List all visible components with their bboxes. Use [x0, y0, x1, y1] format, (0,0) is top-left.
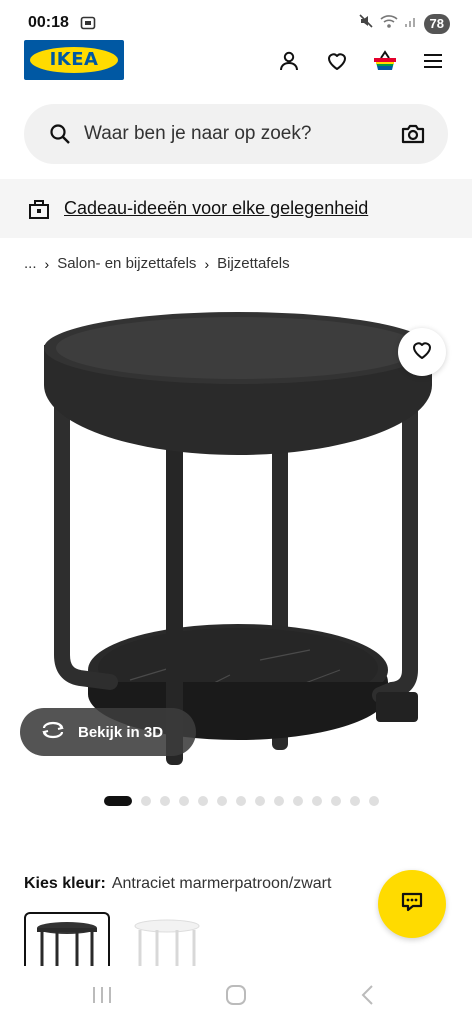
carousel-dot[interactable] — [331, 796, 341, 806]
carousel-dot[interactable] — [274, 796, 284, 806]
color-chooser-label: Kies kleur: — [24, 875, 106, 892]
ikea-logo[interactable]: IKEA — [24, 40, 124, 80]
search-input[interactable] — [84, 104, 384, 164]
breadcrumb: ... › Salon- en bijzettafels › Bijzettaf… — [24, 255, 290, 272]
chevron-right-icon: › — [204, 255, 210, 272]
logo-text: IKEA — [49, 49, 99, 70]
heart-icon — [410, 338, 434, 367]
promo-link[interactable]: Cadeau-ideeën voor elke gelegenheid — [64, 198, 368, 219]
carousel-dot[interactable] — [141, 796, 151, 806]
carousel-dot[interactable] — [198, 796, 208, 806]
carousel-dot[interactable] — [350, 796, 360, 806]
status-time: 00:18 — [28, 14, 69, 31]
color-chooser: Kies kleur: Antraciet marmerpatroon/zwart — [24, 875, 384, 893]
signal-icon — [404, 14, 418, 33]
carousel-dot[interactable] — [217, 796, 227, 806]
mute-icon — [358, 13, 374, 34]
account-icon[interactable] — [276, 48, 302, 74]
breadcrumb-ellipsis[interactable]: ... — [24, 255, 37, 272]
breadcrumb-item-salon[interactable]: Salon- en bijzettafels — [57, 255, 196, 272]
carousel-dot[interactable] — [293, 796, 303, 806]
header: IKEA — [0, 40, 472, 84]
search-bar[interactable] — [24, 104, 448, 164]
screen-record-icon — [80, 15, 96, 36]
rotate-3d-icon — [40, 720, 66, 744]
wifi-icon — [379, 13, 398, 34]
color-chooser-value: Antraciet marmerpatroon/zwart — [111, 875, 332, 892]
carousel-dot[interactable] — [179, 796, 189, 806]
search-icon — [48, 122, 72, 151]
menu-icon[interactable] — [420, 48, 446, 74]
color-option-anthracite[interactable] — [24, 912, 110, 970]
back-icon[interactable] — [358, 984, 378, 1011]
home-icon[interactable] — [224, 984, 248, 1011]
carousel-dot[interactable] — [255, 796, 265, 806]
carousel-dot[interactable] — [104, 796, 132, 806]
image-carousel-dots — [104, 796, 379, 806]
add-to-favourites-button[interactable] — [398, 328, 446, 376]
carousel-dot[interactable] — [236, 796, 246, 806]
chat-bubble-icon — [399, 889, 425, 920]
camera-icon[interactable] — [400, 121, 426, 152]
basket-icon[interactable] — [372, 48, 398, 74]
battery-indicator: 78 — [423, 13, 450, 34]
chevron-right-icon: › — [44, 255, 50, 272]
recent-apps-icon[interactable] — [90, 984, 114, 1011]
gift-box-icon — [27, 197, 51, 226]
chat-button[interactable] — [378, 870, 446, 938]
carousel-dot[interactable] — [312, 796, 322, 806]
view-in-3d-label: Bekijk in 3D — [78, 723, 164, 741]
color-option-white[interactable] — [124, 912, 210, 970]
carousel-dot[interactable] — [160, 796, 170, 806]
breadcrumb-item-bijzettafels[interactable]: Bijzettafels — [217, 255, 290, 272]
system-navigation-bar — [0, 966, 472, 1024]
heart-icon[interactable] — [324, 48, 350, 74]
carousel-dot[interactable] — [369, 796, 379, 806]
promo-banner[interactable]: Cadeau-ideeën voor elke gelegenheid — [0, 179, 472, 238]
view-in-3d-button[interactable]: Bekijk in 3D — [20, 708, 196, 756]
